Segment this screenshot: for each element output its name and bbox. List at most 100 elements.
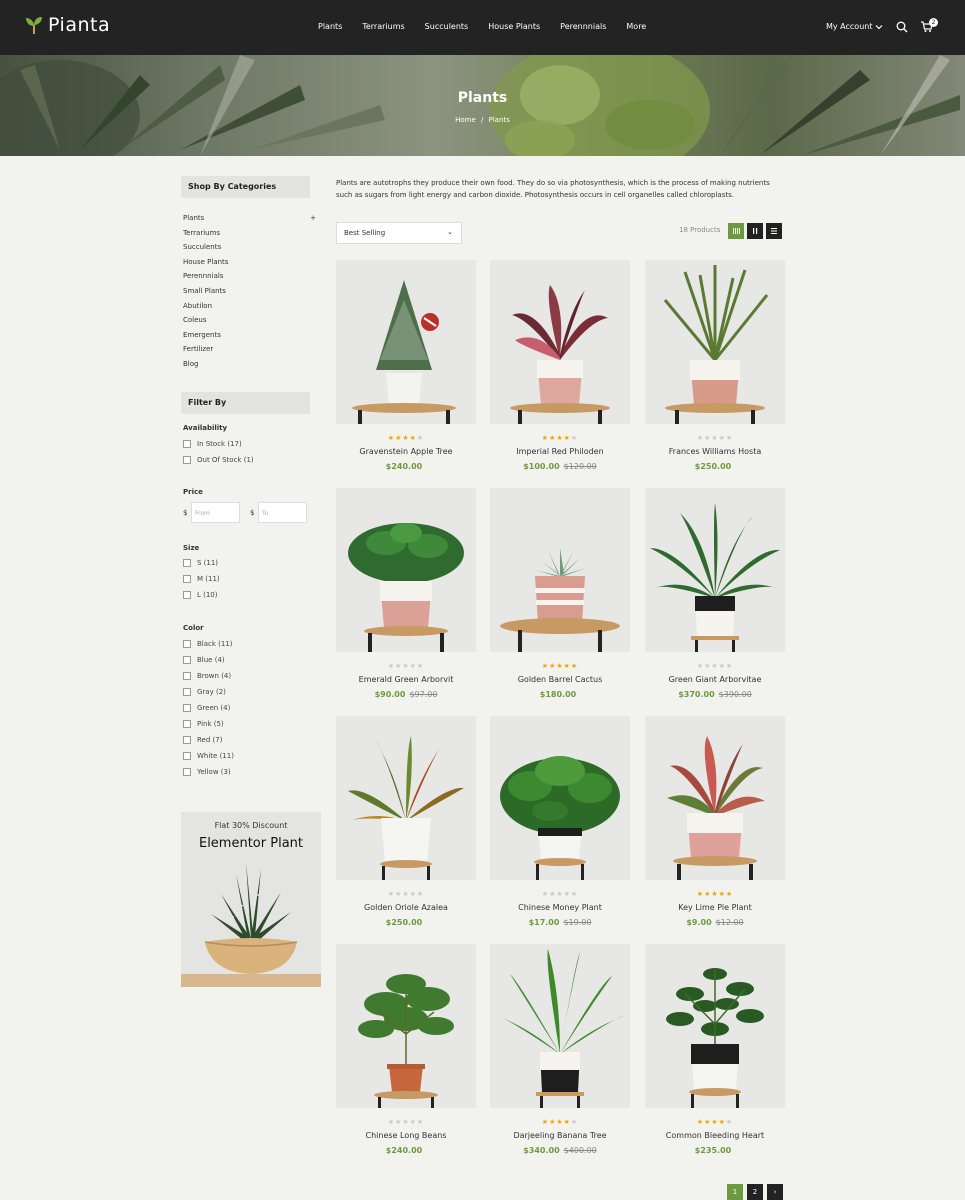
checkbox[interactable] (183, 768, 191, 776)
filter-color-black[interactable]: Black (11) (183, 640, 233, 648)
product-card[interactable]: ★★★★★ Golden Barrel Cactus $180.00 (490, 488, 630, 713)
grid-2-view-button[interactable] (747, 223, 763, 239)
checkbox[interactable] (183, 575, 191, 583)
logo[interactable]: Pianta (24, 14, 110, 36)
nav-item-house-plants[interactable]: House Plants (488, 22, 540, 31)
product-card[interactable]: ★★★★★ Emerald Green Arborvit $90.00 $97.0… (336, 488, 476, 713)
product-name[interactable]: Chinese Long Beans (336, 1131, 476, 1140)
filter-color-yellow[interactable]: Yellow (3) (183, 768, 231, 776)
checkbox[interactable] (183, 440, 191, 448)
filter-color-red[interactable]: Red (7) (183, 736, 222, 744)
product-name[interactable]: Emerald Green Arborvit (336, 675, 476, 684)
product-image[interactable] (336, 716, 476, 880)
checkbox[interactable] (183, 559, 191, 567)
category-terrariums[interactable]: Terrariums (183, 227, 317, 242)
product-name[interactable]: Golden Barrel Cactus (490, 675, 630, 684)
product-name[interactable]: Chinese Money Plant (490, 903, 630, 912)
filter-color-brown[interactable]: Brown (4) (183, 672, 231, 680)
category-emergents[interactable]: Emergents (183, 329, 317, 344)
page-2-button[interactable]: 2 (747, 1184, 763, 1200)
product-image[interactable] (490, 716, 630, 880)
category-perennials[interactable]: Perennnials (183, 270, 317, 285)
breadcrumb-home[interactable]: Home (455, 116, 476, 124)
page-banner: Plants Home / Plants (0, 55, 965, 156)
product-name[interactable]: Common Bleeding Heart (645, 1131, 785, 1140)
checkbox[interactable] (183, 704, 191, 712)
filter-color-pink[interactable]: Pink (5) (183, 720, 224, 728)
nav-item-more[interactable]: More (626, 22, 646, 31)
category-blog[interactable]: Blog (183, 358, 317, 373)
price-from-input[interactable]: From (191, 502, 240, 523)
filter-size-l[interactable]: L (10) (183, 591, 218, 599)
product-card[interactable]: ★★★★★ Common Bleeding Heart $235.00 (645, 944, 785, 1169)
product-image[interactable] (490, 944, 630, 1108)
product-card[interactable]: ★★★★★ Darjeeling Banana Tree $340.00 $400… (490, 944, 630, 1169)
filter-in-stock[interactable]: In Stock (17) (183, 440, 242, 448)
category-succulents[interactable]: Succulents (183, 241, 317, 256)
product-card[interactable]: ★★★★★ Imperial Red Philoden $100.00 $120.… (490, 260, 630, 485)
category-coleus[interactable]: Coleus (183, 314, 317, 329)
next-page-button[interactable]: › (767, 1184, 783, 1200)
price-to-input[interactable]: To (258, 502, 307, 523)
product-image[interactable] (490, 488, 630, 652)
checkbox[interactable] (183, 591, 191, 599)
category-house-plants[interactable]: House Plants (183, 256, 317, 271)
list-view-button[interactable] (766, 223, 782, 239)
filter-color-blue[interactable]: Blue (4) (183, 656, 225, 664)
product-card[interactable]: ★★★★★ Golden Oriole Azalea $250.00 (336, 716, 476, 941)
sort-select[interactable]: Best Selling ⌄ (336, 222, 462, 244)
search-icon[interactable] (896, 21, 908, 33)
product-card[interactable]: ★★★★★ Chinese Long Beans $240.00 (336, 944, 476, 1169)
product-name[interactable]: Imperial Red Philoden (490, 447, 630, 456)
category-small-plants[interactable]: Small Plants (183, 285, 317, 300)
plant-image (500, 548, 620, 652)
product-name[interactable]: Gravenstein Apple Tree (336, 447, 476, 456)
checkbox[interactable] (183, 688, 191, 696)
checkbox[interactable] (183, 672, 191, 680)
product-image[interactable] (645, 716, 785, 880)
nav-item-plants[interactable]: Plants (318, 22, 342, 31)
product-name[interactable]: Green Giant Arborvitae (645, 675, 785, 684)
expand-plus-icon[interactable]: + (310, 212, 316, 227)
checkbox[interactable] (183, 736, 191, 744)
product-card[interactable]: ★★★★★ Key Lime Pie Plant $9.00 $12.00 (645, 716, 785, 941)
nav-item-perennials[interactable]: Perennnials (560, 22, 606, 31)
product-image[interactable] (336, 488, 476, 652)
category-fertilizer[interactable]: Fertilizer (183, 343, 317, 358)
checkbox[interactable] (183, 752, 191, 760)
star-filled-icon: ★ (402, 434, 410, 442)
nav-item-terrariums[interactable]: Terrariums (362, 22, 404, 31)
filter-out-of-stock[interactable]: Out Of Stock (1) (183, 456, 254, 464)
product-image[interactable] (336, 260, 476, 424)
product-image[interactable] (645, 488, 785, 652)
category-plants[interactable]: Plants + (183, 212, 317, 227)
nav-item-succulents[interactable]: Succulents (425, 22, 469, 31)
product-card[interactable]: ★★★★★ Frances Williams Hosta $250.00 (645, 260, 785, 485)
filter-color-green[interactable]: Green (4) (183, 704, 230, 712)
checkbox[interactable] (183, 640, 191, 648)
product-name[interactable]: Frances Williams Hosta (645, 447, 785, 456)
promo-banner[interactable]: Flat 30% Discount Elementor Plant (181, 812, 321, 987)
product-image[interactable] (645, 260, 785, 424)
checkbox[interactable] (183, 456, 191, 464)
star-empty-icon: ★ (556, 890, 564, 898)
product-card[interactable]: ★★★★★ Chinese Money Plant $17.00 $19.00 (490, 716, 630, 941)
filter-size-m[interactable]: M (11) (183, 575, 220, 583)
product-image[interactable] (336, 944, 476, 1108)
grid-4-view-button[interactable] (728, 223, 744, 239)
checkbox[interactable] (183, 720, 191, 728)
filter-color-white[interactable]: White (11) (183, 752, 234, 760)
product-image[interactable] (645, 944, 785, 1108)
checkbox[interactable] (183, 656, 191, 664)
my-account-menu[interactable]: My Account (826, 22, 883, 31)
page-1-button[interactable]: 1 (727, 1184, 743, 1200)
product-name[interactable]: Golden Oriole Azalea (336, 903, 476, 912)
product-image[interactable] (490, 260, 630, 424)
filter-color-gray[interactable]: Gray (2) (183, 688, 226, 696)
product-card[interactable]: ★★★★★ Green Giant Arborvitae $370.00 $390… (645, 488, 785, 713)
product-name[interactable]: Darjeeling Banana Tree (490, 1131, 630, 1140)
category-abutilon[interactable]: Abutilon (183, 300, 317, 315)
product-name[interactable]: Key Lime Pie Plant (645, 903, 785, 912)
filter-size-s[interactable]: S (11) (183, 559, 218, 567)
product-card[interactable]: ★★★★★ Gravenstein Apple Tree $240.00 (336, 260, 476, 485)
